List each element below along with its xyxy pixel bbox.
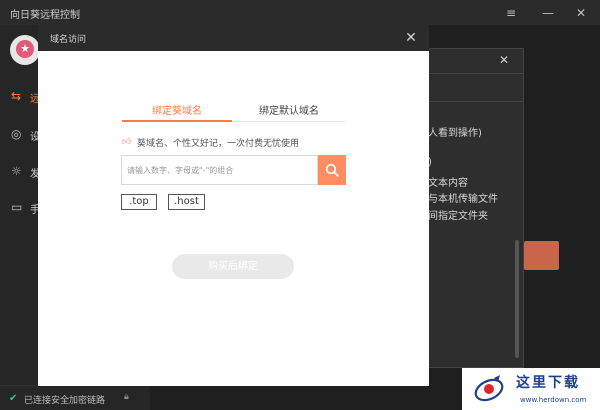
- active-tab-indicator: [122, 120, 232, 122]
- promo-text: 葵域名、个性又好记，一次付费无忧使用: [137, 139, 300, 149]
- app-title: 向日葵远程控制: [10, 10, 80, 21]
- suffix-top-button[interactable]: .top: [121, 194, 157, 210]
- lock-icon[interactable]: 🔒︎: [124, 392, 129, 402]
- background-dialog-text: 间指定文件夹: [428, 211, 488, 222]
- search-button[interactable]: [318, 155, 346, 185]
- minimize-icon[interactable]: —: [539, 4, 557, 22]
- search-icon: [325, 163, 339, 177]
- tab-bind-sunflower-domain[interactable]: 绑定葵域名: [122, 102, 232, 118]
- shield-icon: ✔: [9, 393, 18, 404]
- background-dialog-text: 与本机传输文件: [428, 194, 498, 205]
- buy-then-bind-button[interactable]: 购买后绑定: [172, 254, 294, 279]
- close-icon[interactable]: ✕: [572, 4, 590, 22]
- background-dialog-text: 文本内容: [428, 178, 468, 189]
- modal-header: 域名访问 ✕: [38, 25, 429, 51]
- tab-bind-default-domain[interactable]: 绑定默认域名: [232, 102, 346, 118]
- connection-status: 已连接安全加密链路: [24, 396, 106, 406]
- background-dialog-scrollbar[interactable]: [515, 240, 519, 358]
- modal-title: 域名访问: [50, 35, 87, 45]
- remote-control-icon: ⇆: [11, 89, 22, 103]
- menu-icon[interactable]: ≡: [502, 4, 520, 22]
- background-dialog-text: 人看到操作): [428, 128, 482, 139]
- app-titlebar: 向日葵远程控制 ≡ — ✕: [0, 0, 600, 25]
- star-icon: ★: [16, 40, 34, 58]
- watermark-logo: [474, 375, 504, 402]
- discover-icon: ☼: [11, 164, 22, 178]
- background-dialog-button[interactable]: [524, 241, 559, 270]
- domain-input[interactable]: [122, 156, 317, 184]
- device-icon: ◎: [11, 127, 22, 141]
- close-icon[interactable]: ✕: [402, 29, 420, 47]
- thumbs-up-icon: 👍︎: [122, 137, 132, 147]
- sunflower-logo: ★: [10, 35, 40, 65]
- domain-access-modal: 域名访问 ✕ 绑定葵域名 绑定默认域名 👍︎ 葵域名、个性又好记，一次付费无忧使…: [38, 25, 429, 386]
- background-dialog-close-icon[interactable]: ✕: [499, 53, 509, 67]
- domain-search-box: [121, 155, 318, 185]
- watermark: 这里下载 www.herdown.com: [462, 368, 600, 410]
- watermark-url: www.herdown.com: [520, 396, 587, 404]
- status-bar: ✔ 已连接安全加密链路 🔒︎: [0, 385, 150, 410]
- watermark-title: 这里下载: [516, 375, 580, 391]
- suffix-host-button[interactable]: .host: [168, 194, 205, 210]
- monitor-icon: ▭: [11, 200, 23, 214]
